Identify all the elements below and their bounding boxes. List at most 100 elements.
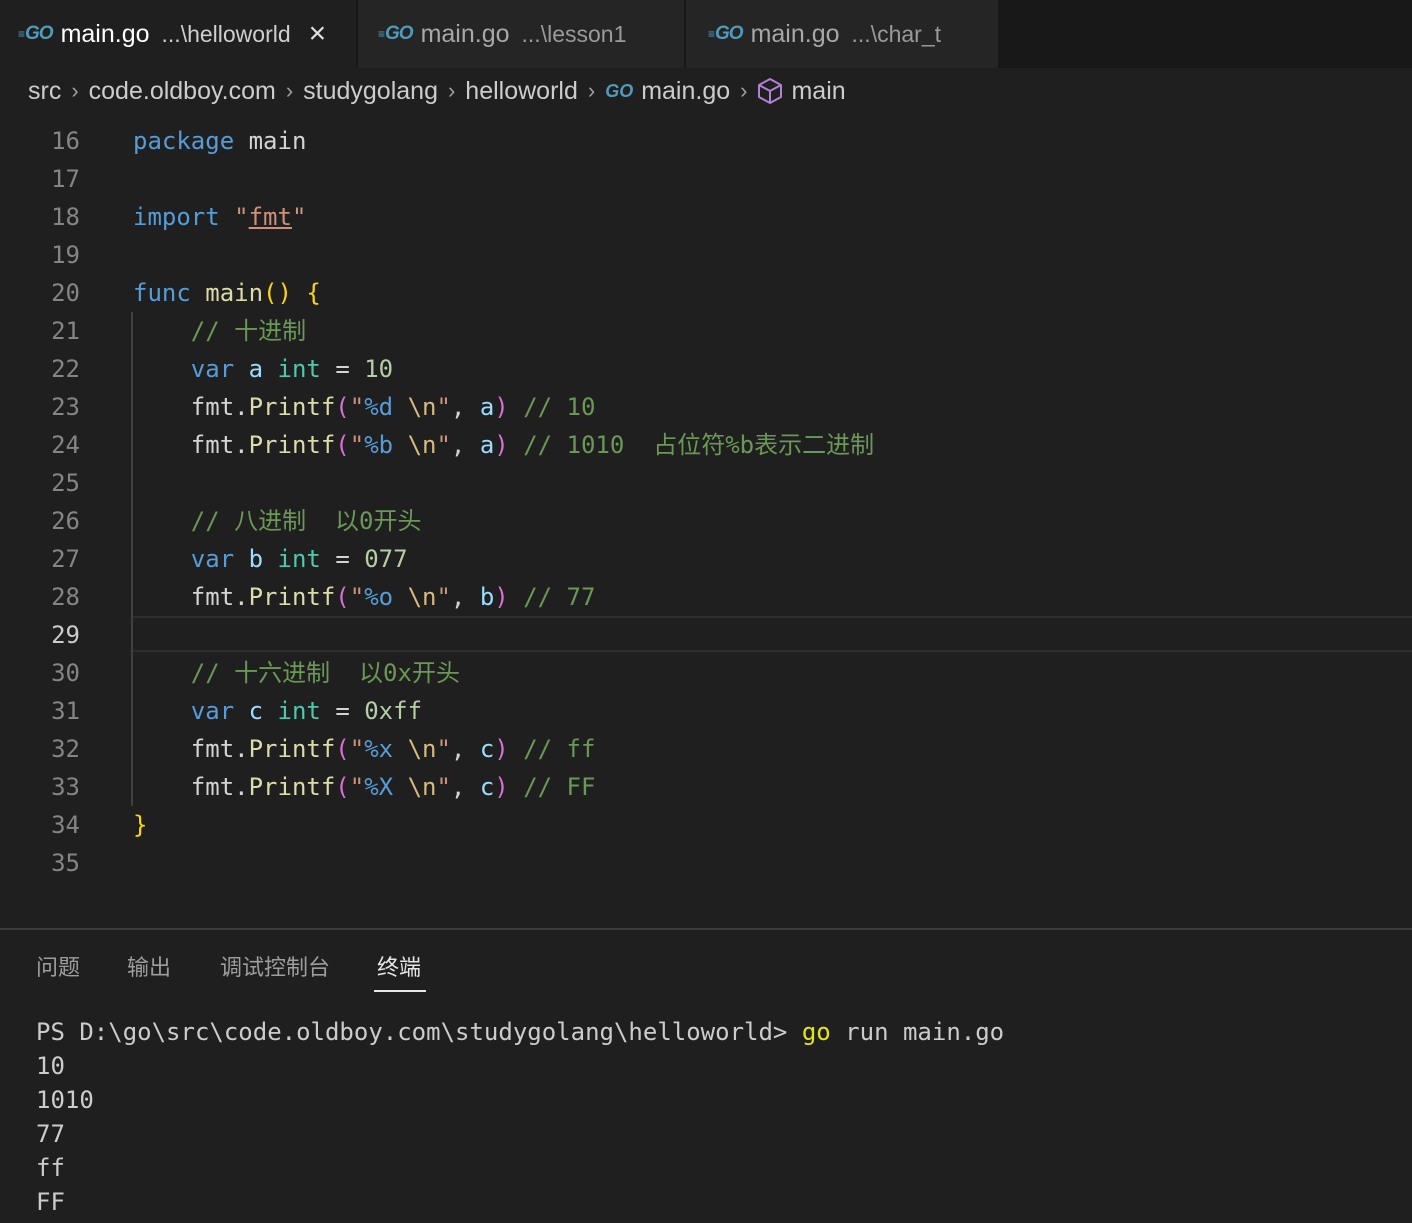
- tab-label: main.go: [420, 19, 510, 48]
- code-text: }: [133, 806, 147, 844]
- tab-main-go-helloworld[interactable]: GO main.go ...\helloworld ×: [0, 0, 356, 68]
- code-line[interactable]: 18 import "fmt": [0, 198, 1412, 236]
- code-token: %d: [364, 393, 394, 421]
- tab-main-go-lesson1[interactable]: GO main.go ...\lesson1: [358, 0, 684, 68]
- terminal-output-line: FF: [36, 1188, 65, 1216]
- code-token: package: [133, 127, 235, 155]
- terminal-prompt-line[interactable]: PS D:\go\src\code.oldboy.com\studygolang…: [36, 1018, 1004, 1046]
- terminal-output-line: ff: [36, 1154, 65, 1182]
- code-token: main: [248, 127, 307, 155]
- code-text: // 八进制 以0开头: [133, 502, 422, 540]
- code-text: var b int = 077: [133, 540, 408, 578]
- code-token: ,: [450, 431, 480, 459]
- code-token: fmt.: [190, 431, 249, 459]
- code-line[interactable]: 24 fmt.Printf("%b \n", a) // 1010 占位符%b表…: [0, 426, 1412, 464]
- code-line[interactable]: 19: [0, 236, 1412, 274]
- breadcrumb-item-domain[interactable]: code.oldboy.com: [89, 77, 276, 106]
- code-token: ): [494, 393, 509, 421]
- code-token: ": [234, 203, 249, 231]
- code-line[interactable]: 23 fmt.Printf("%d \n", a) // 10: [0, 388, 1412, 426]
- code-token: ": [436, 393, 451, 421]
- code-token: ": [436, 773, 451, 801]
- code-token: {: [306, 279, 321, 307]
- code-token: (: [335, 773, 350, 801]
- line-number: 17: [51, 165, 80, 193]
- code-text: var a int = 10: [133, 350, 393, 388]
- line-number: 33: [51, 773, 80, 801]
- code-token: 0xff: [364, 697, 423, 725]
- code-line[interactable]: 17: [0, 160, 1412, 198]
- code-token: a: [248, 355, 264, 383]
- tab-main-go-char-t[interactable]: GO main.go ...\char_t: [686, 0, 998, 68]
- code-text: func main() {: [133, 274, 321, 312]
- code-token: ": [291, 203, 307, 231]
- code-token: // ff: [523, 735, 596, 763]
- chevron-right-icon: ›: [285, 78, 294, 103]
- code-token: %o: [364, 583, 394, 611]
- code-text: fmt.Printf("%d \n", a) // 10: [133, 388, 596, 426]
- code-token: // 十进制: [190, 317, 307, 345]
- code-token: // 十六进制 以0x开头: [190, 659, 460, 687]
- code-line[interactable]: 27 var b int = 077: [0, 540, 1412, 578]
- code-token: ): [494, 583, 509, 611]
- tab-description: ...\char_t: [851, 20, 942, 47]
- code-line[interactable]: 31 var c int = 0xff: [0, 692, 1412, 730]
- code-token: \n: [407, 431, 437, 459]
- code-token: fmt.: [190, 773, 249, 801]
- code-line[interactable]: 33 fmt.Printf("%X \n", c) // FF: [0, 768, 1412, 806]
- tab-output[interactable]: 输出: [127, 950, 171, 982]
- chevron-right-icon: ›: [71, 78, 79, 103]
- code-token: ,: [450, 773, 480, 801]
- close-icon[interactable]: ×: [309, 19, 327, 49]
- breadcrumb-item-studygolang[interactable]: studygolang: [303, 77, 438, 106]
- code-line[interactable]: 30 // 十六进制 以0x开头: [0, 654, 1412, 692]
- terminal-prompt: PS D:\go\src\code.oldboy.com\studygolang…: [36, 1018, 802, 1046]
- tab-problems[interactable]: 问题: [36, 950, 80, 982]
- code-line[interactable]: 22 var a int = 10: [0, 350, 1412, 388]
- code-token: func: [133, 279, 191, 307]
- code-line[interactable]: 32 fmt.Printf("%x \n", c) // ff: [0, 730, 1412, 768]
- code-token: var: [190, 545, 235, 573]
- current-line-highlight: [133, 616, 1412, 652]
- code-line[interactable]: 16 package main: [0, 122, 1412, 160]
- code-token: =: [320, 545, 365, 573]
- code-line[interactable]: 20 func main() {: [0, 274, 1412, 312]
- breadcrumb-item-helloworld[interactable]: helloworld: [465, 77, 578, 106]
- line-number: 30: [51, 659, 80, 687]
- code-text: package main: [133, 122, 306, 160]
- code-token: b: [479, 583, 495, 611]
- code-editor[interactable]: 16 package main 17 18 import "fmt" 19 20 func m…: [0, 114, 1412, 928]
- code-line[interactable]: 21 // 十进制: [0, 312, 1412, 350]
- code-token: ": [436, 735, 451, 763]
- code-token: fmt.: [190, 393, 249, 421]
- breadcrumb-item-file[interactable]: main.go: [641, 77, 730, 106]
- code-line[interactable]: 34}: [0, 806, 1412, 844]
- code-text: fmt.Printf("%X \n", c) // FF: [133, 768, 596, 806]
- code-line[interactable]: 26 // 八进制 以0开头: [0, 502, 1412, 540]
- go-file-icon: GO: [18, 23, 54, 45]
- code-line[interactable]: 25: [0, 464, 1412, 502]
- code-line[interactable]: 28 fmt.Printf("%o \n", b) // 77: [0, 578, 1412, 616]
- code-token: int: [277, 545, 321, 573]
- tab-debug-console[interactable]: 调试控制台: [220, 950, 330, 982]
- code-token: (: [335, 735, 350, 763]
- code-line[interactable]: 29: [0, 616, 1412, 654]
- breadcrumb-item-src[interactable]: src: [28, 77, 61, 106]
- tab-terminal[interactable]: 终端: [377, 950, 421, 982]
- line-number: 21: [51, 317, 80, 345]
- code-token: (): [263, 279, 292, 307]
- line-number: 32: [51, 735, 80, 763]
- code-line[interactable]: 35: [0, 844, 1412, 882]
- breadcrumb-item-symbol[interactable]: main: [791, 77, 845, 106]
- code-token: // 77: [523, 583, 596, 611]
- terminal-output-line: 10: [36, 1052, 65, 1080]
